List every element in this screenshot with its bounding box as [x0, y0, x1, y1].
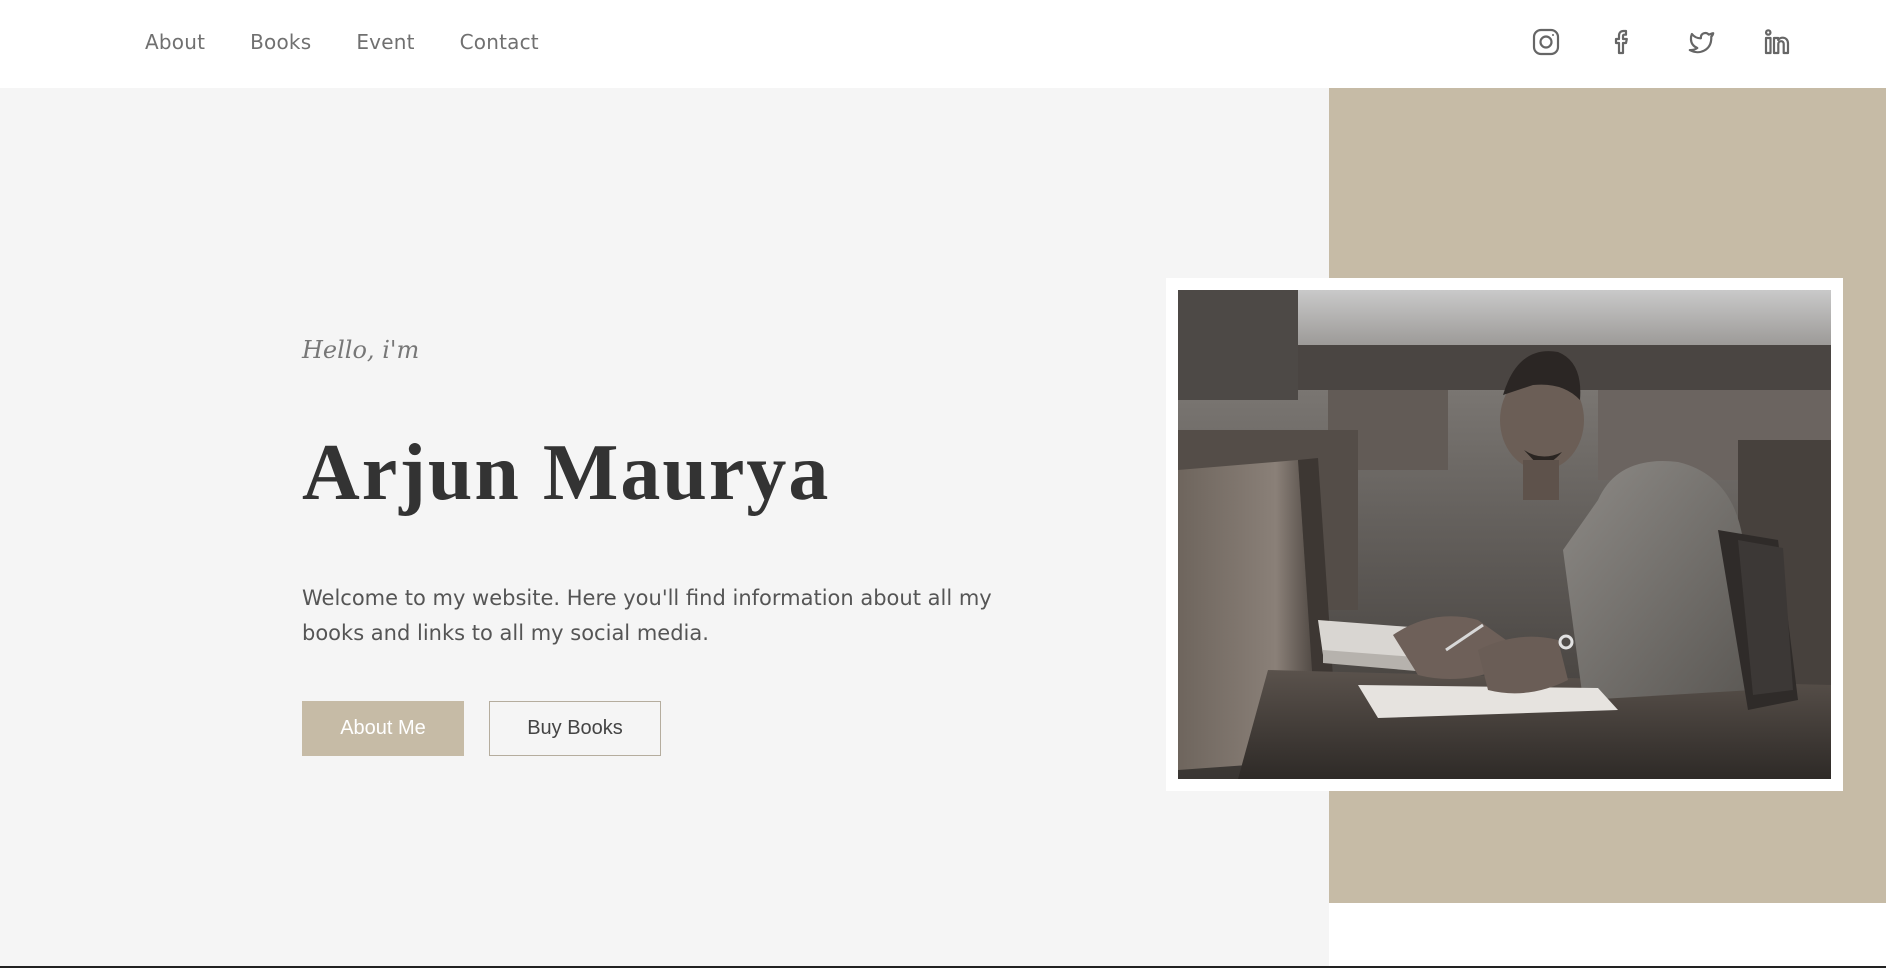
author-name: Arjun Maurya: [302, 429, 831, 517]
accent-panel-gap: [1329, 903, 1886, 968]
author-photo-frame: [1166, 278, 1843, 791]
hero-section: Hello, i'm Arjun Maurya Welcome to my we…: [0, 88, 1886, 968]
intro-text: Welcome to my website. Here you'll find …: [302, 586, 992, 645]
social-links: [1530, 26, 1793, 58]
section-divider: [0, 966, 1886, 968]
nav-link-event[interactable]: Event: [356, 30, 414, 54]
nav-link-about[interactable]: About: [145, 30, 205, 54]
buy-books-button[interactable]: Buy Books: [489, 701, 661, 756]
top-navigation: About Books Event Contact: [0, 0, 1886, 88]
linkedin-icon[interactable]: [1761, 26, 1793, 58]
instagram-icon[interactable]: [1530, 26, 1562, 58]
facebook-icon[interactable]: [1607, 26, 1639, 58]
nav-link-books[interactable]: Books: [250, 30, 311, 54]
twitter-icon[interactable]: [1684, 26, 1716, 58]
about-me-button[interactable]: About Me: [302, 701, 464, 756]
nav-link-contact[interactable]: Contact: [460, 30, 539, 54]
greeting-text: Hello, i'm: [302, 336, 420, 364]
main-menu: About Books Event Contact: [145, 30, 539, 54]
author-photo: [1178, 290, 1831, 779]
